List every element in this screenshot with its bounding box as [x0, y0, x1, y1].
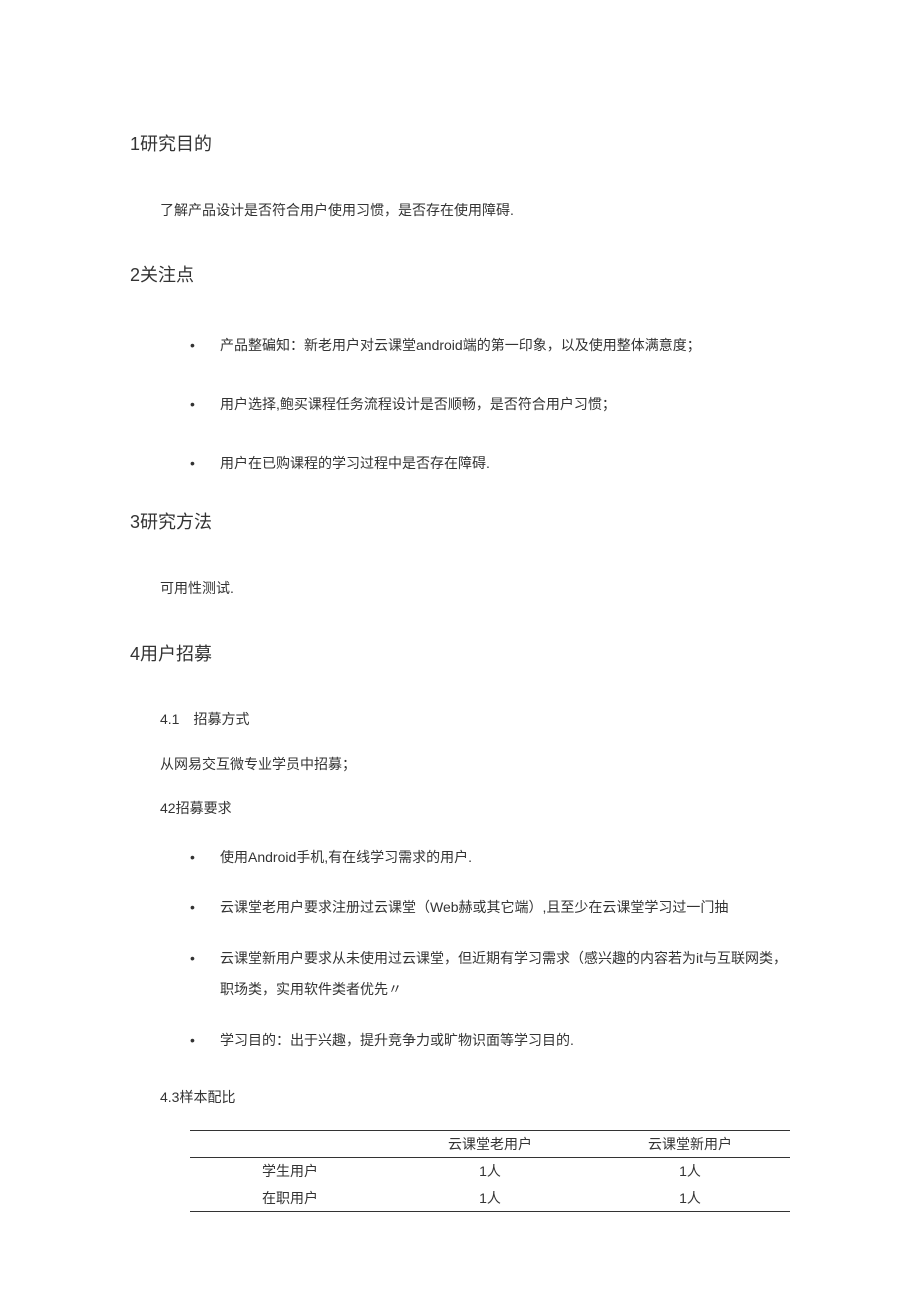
- section-3-heading: 3研究方法: [130, 508, 790, 537]
- table-cell: 在职用户: [190, 1185, 390, 1212]
- bullet-item: 云课堂新用户要求从未使用过云课堂，但近期有学习需求（感兴趣的内容若为it与互联网…: [160, 943, 790, 1005]
- section-4-2-bullet-list: 使用Android手机,有在线学习需求的用户. 云课堂老用户要求注册过云课堂（W…: [160, 842, 790, 1056]
- bullet-item: 使用Android手机,有在线学习需求的用户.: [160, 842, 790, 873]
- section-4-heading: 4用户招募: [130, 640, 790, 669]
- table-row: 学生用户 1人 1人: [190, 1158, 790, 1185]
- bullet-item: 产品整碥知：新老用户对云课堂android端的第一印象，以及使用整体满意度；: [160, 330, 790, 361]
- bullet-item: 云课堂老用户要求注册过云课堂（Web赫或其它端）,且至少在云课堂学习过一门抽: [160, 892, 790, 923]
- section-4-1-heading: 4.1 招募方式: [160, 708, 790, 730]
- table-header-cell: 云课堂老用户: [390, 1130, 590, 1157]
- table-cell: 学生用户: [190, 1158, 390, 1185]
- section-1-paragraph: 了解产品设计是否符合用户使用习惯，是否存在使用障碍.: [160, 199, 790, 221]
- section-2-heading: 2关注点: [130, 261, 790, 290]
- bullet-item: 学习目的：出于兴趣，提升竞争力或旷物识面等学习目的.: [160, 1025, 790, 1056]
- section-4-1-paragraph: 从网易交互微专业学员中招募；: [160, 753, 790, 775]
- bullet-item: 用户在已购课程的学习过程中是否存在障碍.: [160, 448, 790, 479]
- section-4-2-heading: 42招募要求: [160, 797, 790, 819]
- table-header-row: 云课堂老用户 云课堂新用户: [190, 1130, 790, 1157]
- table-cell: 1人: [390, 1185, 590, 1212]
- section-2-bullet-list: 产品整碥知：新老用户对云课堂android端的第一印象，以及使用整体满意度； 用…: [160, 330, 790, 478]
- bullet-item: 用户选择,鲍买课程任务流程设计是否顺畅，是否符合用户习惯；: [160, 389, 790, 420]
- section-3-paragraph: 可用性测试.: [160, 577, 790, 599]
- table-header-cell: [190, 1130, 390, 1157]
- table-row: 在职用户 1人 1人: [190, 1185, 790, 1212]
- table-cell: 1人: [390, 1158, 590, 1185]
- sample-ratio-table: 云课堂老用户 云课堂新用户 学生用户 1人 1人 在职用户 1人 1人: [190, 1130, 790, 1212]
- table-header-cell: 云课堂新用户: [590, 1130, 790, 1157]
- section-4-3-heading: 4.3样本配比: [160, 1086, 790, 1108]
- section-1-heading: 1研究目的: [130, 130, 790, 159]
- sample-ratio-table-wrap: 云课堂老用户 云课堂新用户 学生用户 1人 1人 在职用户 1人 1人: [190, 1130, 790, 1212]
- table-cell: 1人: [590, 1185, 790, 1212]
- table-cell: 1人: [590, 1158, 790, 1185]
